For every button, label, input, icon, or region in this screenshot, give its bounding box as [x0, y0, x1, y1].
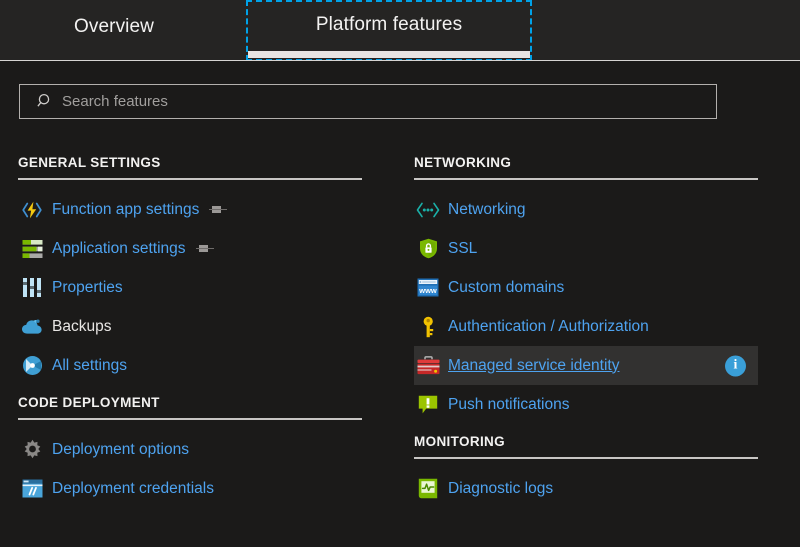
section-divider	[414, 178, 758, 180]
feature-item[interactable]: www Custom domains	[414, 268, 758, 307]
tab-bar: Overview Platform features	[0, 0, 800, 61]
feature-item[interactable]: Push notifications	[414, 385, 758, 424]
all-settings-icon	[20, 354, 44, 378]
section-item-list: Deployment options Deployment credentials	[18, 430, 363, 508]
feature-item[interactable]: All settings	[18, 346, 362, 385]
feature-item-label: Managed service identity	[448, 356, 620, 374]
feature-item-label: Function app settings	[52, 200, 200, 218]
feature-item-label: Push notifications	[448, 395, 570, 413]
tab-overview-label: Overview	[74, 16, 154, 37]
pin-to-dashboard-icon[interactable]	[209, 205, 228, 215]
feature-item-label: All settings	[52, 356, 127, 374]
properties-icon	[20, 276, 44, 300]
search-features-box[interactable]	[19, 84, 717, 119]
diagnostic-logs-icon	[416, 477, 440, 501]
feature-section: GENERAL SETTINGS Function app settings App…	[18, 155, 363, 385]
section-title: GENERAL SETTINGS	[18, 155, 161, 170]
feature-item[interactable]: Properties	[18, 268, 362, 307]
section-item-list: Function app settings Application setting…	[18, 190, 363, 385]
tab-overview[interactable]: Overview	[20, 0, 208, 54]
feature-item[interactable]: Networking	[414, 190, 758, 229]
section-title: NETWORKING	[414, 155, 512, 170]
backups-cloud-icon	[20, 315, 44, 339]
active-tab-indicator	[248, 51, 530, 58]
custom-domains-icon: www	[416, 276, 440, 300]
section-title: CODE DEPLOYMENT	[18, 395, 160, 410]
feature-section: NETWORKING Networking SSL www Custom domains…	[414, 155, 759, 424]
search-icon	[30, 93, 60, 110]
feature-item-label: Properties	[52, 278, 123, 296]
feature-item[interactable]: Managed service identity i	[414, 346, 758, 385]
toolbox-icon	[416, 354, 440, 378]
feature-item[interactable]: SSL	[414, 229, 758, 268]
section-divider	[18, 418, 362, 420]
feature-item[interactable]: Backups	[18, 307, 362, 346]
feature-item[interactable]: Function app settings	[18, 190, 362, 229]
tab-platform-features[interactable]: Platform features	[246, 0, 532, 61]
feature-item-label: Authentication / Authorization	[448, 317, 649, 335]
feature-item-label: Deployment options	[52, 440, 189, 458]
feature-item-label: Backups	[52, 317, 112, 335]
ssl-shield-icon	[416, 237, 440, 261]
feature-item-label: Deployment credentials	[52, 479, 214, 497]
feature-item-label: Networking	[448, 200, 526, 218]
section-item-list: Diagnostic logs	[414, 469, 759, 508]
deployment-credentials-icon	[20, 477, 44, 501]
gear-icon	[20, 438, 44, 462]
section-title: MONITORING	[414, 434, 505, 449]
feature-item[interactable]: Deployment options	[18, 430, 362, 469]
feature-item-label: Diagnostic logs	[448, 479, 554, 497]
feature-item-label: SSL	[448, 239, 478, 257]
key-icon	[416, 315, 440, 339]
tab-platform-features-label: Platform features	[315, 14, 463, 35]
application-settings-icon	[20, 237, 44, 261]
section-divider	[18, 178, 362, 180]
left-feature-column: GENERAL SETTINGS Function app settings App…	[18, 155, 363, 518]
function-app-icon	[20, 198, 44, 222]
feature-section: CODE DEPLOYMENT Deployment options Deploym…	[18, 395, 363, 508]
feature-item-label: Custom domains	[448, 278, 565, 296]
feature-item-label: Application settings	[52, 239, 186, 257]
feature-section: MONITORING Diagnostic logs	[414, 434, 759, 508]
tab-bar-divider	[0, 60, 800, 61]
pin-to-dashboard-icon[interactable]	[195, 244, 214, 254]
feature-item[interactable]: Authentication / Authorization	[414, 307, 758, 346]
networking-icon	[416, 198, 440, 222]
push-notifications-icon	[416, 393, 440, 417]
svg-text:www: www	[418, 286, 437, 295]
right-feature-column: NETWORKING Networking SSL www Custom domains…	[414, 155, 759, 518]
feature-item[interactable]: Application settings	[18, 229, 362, 268]
search-input[interactable]	[62, 93, 716, 110]
info-icon[interactable]: i	[725, 355, 746, 376]
section-item-list: Networking SSL www Custom domains Authentica…	[414, 190, 759, 424]
feature-item[interactable]: Diagnostic logs	[414, 469, 758, 508]
feature-item[interactable]: Deployment credentials	[18, 469, 362, 508]
section-divider	[414, 457, 758, 459]
